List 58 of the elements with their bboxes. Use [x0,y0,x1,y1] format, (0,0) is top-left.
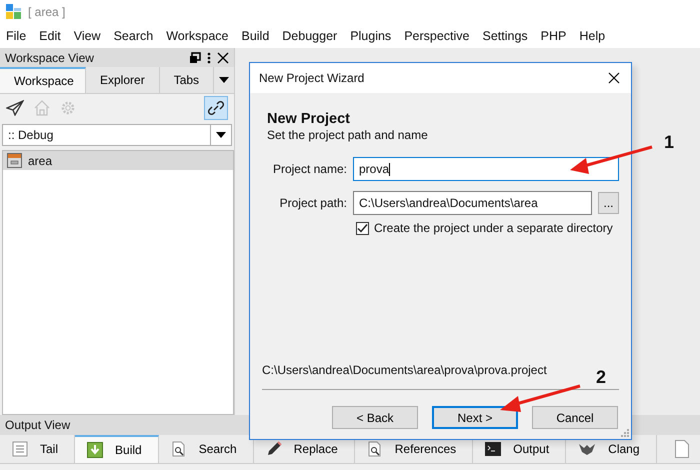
menu-item[interactable]: Workspace [166,29,228,43]
output-tab[interactable]: Build [75,435,159,463]
dialog-heading: New Project [267,111,351,127]
annotation-number: 1 [664,132,674,153]
restore-icon[interactable] [189,52,201,64]
panel-title: Output View [5,418,70,432]
window-title: [ area ] [28,5,66,19]
panel-tab[interactable]: Explorer [86,67,160,93]
menu-item[interactable]: Search [114,29,154,43]
menu-item[interactable]: Help [579,29,606,43]
link-icon [208,100,224,116]
annotation-number: 2 [596,367,606,388]
dialog-title: New Project Wizard [259,71,364,85]
project-icon [7,153,22,168]
app-logo-icon [6,4,22,20]
tree-label: area [28,154,52,168]
menu-item[interactable]: Build [241,29,270,43]
field-label: Project name: [272,162,347,176]
panel-tab[interactable]: Tabs [160,67,214,93]
more-icon[interactable] [207,52,211,64]
search-icon [366,441,383,457]
link-toggle[interactable] [204,96,228,120]
pencil-icon [266,441,282,457]
menu-item[interactable]: Settings [482,29,528,43]
dialog-button[interactable]: Next > [432,406,518,429]
browse-button[interactable]: ... [598,192,619,214]
dialog-button[interactable]: Cancel [532,406,618,429]
project-file-path: C:\Users\andrea\Documents\area\prova\prova.project [262,363,547,377]
menu-item[interactable]: Edit [39,29,61,43]
input-field[interactable]: C:\Users\andrea\Documents\area [353,191,592,215]
input-field[interactable]: prova [353,157,619,181]
search-icon [170,441,187,457]
dialog-subtitle: Set the project path and name [267,128,429,142]
dialog-button[interactable]: < Back [332,406,418,429]
menu-item[interactable]: Perspective [404,29,470,43]
menu-item[interactable]: View [74,29,101,43]
terminal-icon [485,442,502,456]
close-icon[interactable] [217,52,229,64]
configuration-dropdown[interactable]: :: Debug [2,124,232,146]
menu-item[interactable]: Debugger [282,29,338,43]
panel-tab[interactable]: Workspace [0,67,86,93]
menu-item[interactable]: File [6,29,26,43]
checkbox[interactable] [356,222,369,234]
list-icon [12,441,28,457]
field-label: Project path: [278,196,347,210]
resize-grip-icon[interactable] [620,428,629,437]
menu-item[interactable]: PHP [540,29,566,43]
page-icon[interactable] [674,440,689,458]
paper-plane-icon[interactable] [6,100,24,116]
panel-title: Workspace View [5,50,94,64]
caret-icon [216,132,226,138]
menu-item[interactable]: Plugins [350,29,392,43]
close-icon[interactable] [608,72,620,84]
tabs-dropdown[interactable] [214,67,234,93]
download-icon [87,442,104,458]
checkbox-label: Create the project under a separate directory [374,221,613,235]
tree-item[interactable]: area [3,151,233,170]
caret-icon [219,77,230,83]
